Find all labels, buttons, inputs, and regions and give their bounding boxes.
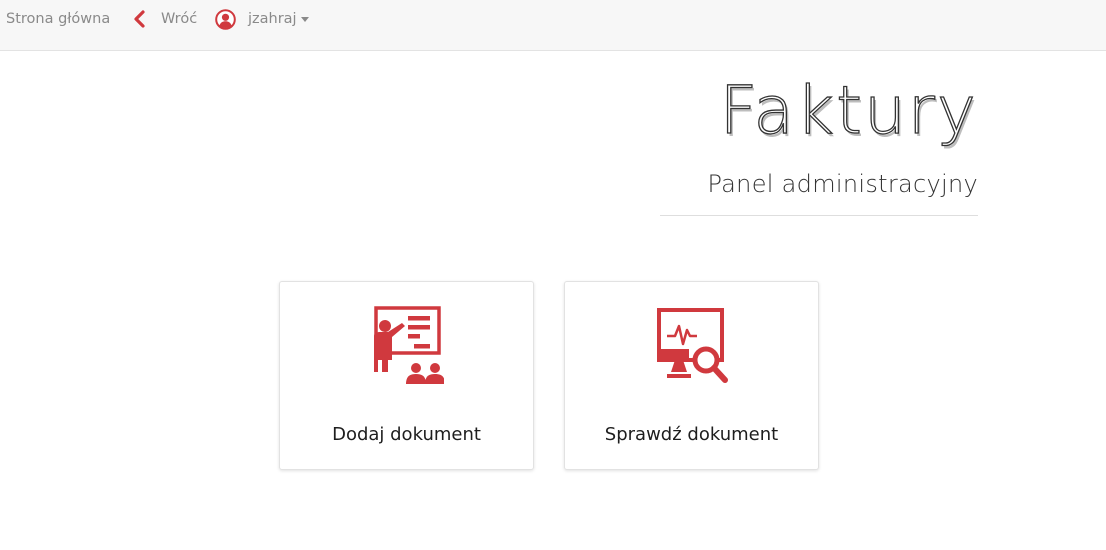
- check-document-label: Sprawdź dokument: [604, 424, 779, 445]
- monitor-search-icon: [656, 308, 728, 383]
- back-link-label: Wróć: [161, 11, 198, 27]
- back-link[interactable]: Wróć: [132, 0, 197, 38]
- home-link[interactable]: Strona główna: [6, 0, 110, 38]
- user-menu-dropdown[interactable]: jzahraj: [215, 0, 309, 38]
- header-divider: [660, 215, 978, 216]
- chevron-left-icon: [134, 10, 145, 28]
- add-document-label: Dodaj dokument: [332, 424, 481, 445]
- page-title: Faktury: [719, 72, 978, 149]
- user-name-label: jzahraj: [248, 11, 297, 27]
- presentation-teacher-icon: [373, 306, 444, 384]
- page-subtitle: Panel administracyjny: [707, 170, 978, 198]
- add-document-card[interactable]: Dodaj dokument: [279, 281, 534, 470]
- top-navbar: Strona główna Wróć jzahraj: [0, 0, 1106, 51]
- user-avatar-icon: [215, 8, 236, 30]
- check-document-card[interactable]: Sprawdź dokument: [564, 281, 819, 470]
- caret-down-icon: [300, 17, 309, 22]
